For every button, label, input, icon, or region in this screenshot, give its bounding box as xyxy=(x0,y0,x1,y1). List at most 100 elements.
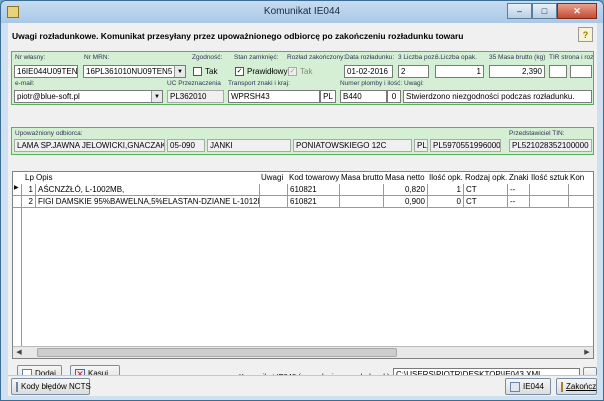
items-grid[interactable]: Lp Opis Uwagi Kod towarowy Masa brutto M… xyxy=(12,171,594,359)
send-icon xyxy=(510,381,520,392)
plomby-count-field[interactable]: 0 xyxy=(387,90,401,103)
uwagi-field[interactable]: Stwierdzono niezgodności podczas rozładu… xyxy=(403,90,592,103)
col-opis[interactable]: Opis xyxy=(36,173,52,182)
header-description: Uwagi rozładunkowe. Komunikat przesyłany… xyxy=(12,31,464,41)
row-indicator xyxy=(13,196,22,208)
scroll-right-icon[interactable]: ▶ xyxy=(581,347,593,358)
tir-rozlad-field[interactable] xyxy=(570,65,592,78)
cell-kon[interactable] xyxy=(569,184,593,196)
cell-znaki[interactable]: -- xyxy=(508,184,530,196)
transport-country-field[interactable]: PL xyxy=(320,90,336,103)
cell-lp[interactable]: 2 xyxy=(22,196,36,208)
rozlad-zakonczony-checkbox[interactable]: ✓ xyxy=(288,67,297,76)
odbiorca-city-field[interactable]: JANKI xyxy=(207,139,291,152)
table-row[interactable]: 2 FIGI DAMSKIE 95%BAWELNA,5%ELASTAN-DZIA… xyxy=(13,196,593,208)
cell-netto[interactable]: 0,820 xyxy=(384,184,428,196)
col-lp[interactable]: Lp xyxy=(25,173,34,182)
form-client: Uwagi rozładunkowe. Komunikat przesyłany… xyxy=(8,23,597,396)
cell-brutto[interactable] xyxy=(340,196,384,208)
col-ilosc-sztuk[interactable]: Ilość sztuk xyxy=(531,173,568,182)
horizontal-scrollbar[interactable]: ◀ ▶ xyxy=(13,346,593,358)
col-kon[interactable]: Kon xyxy=(570,173,584,182)
cell-znaki[interactable]: -- xyxy=(508,196,530,208)
odbiorca-country-field[interactable]: PL xyxy=(414,139,428,152)
bottom-bar: Kody błędów NCTS IE044 Zakończ xyxy=(8,375,597,396)
col-masa-brutto[interactable]: Masa brutto xyxy=(341,173,383,182)
cell-brutto[interactable] xyxy=(340,184,384,196)
chevron-down-icon[interactable]: ▼ xyxy=(174,66,185,77)
cell-opis[interactable]: FIGI DAMSKIE 95%BAWELNA,5%ELASTAN-DZIANE… xyxy=(36,196,260,208)
odbiorca-postal-field[interactable]: 05-090 xyxy=(167,139,205,152)
error-codes-label: Kody błędów NCTS xyxy=(21,382,91,391)
plomby-field[interactable]: B440 xyxy=(340,90,387,103)
odbiorca-label: Upoważniony odbiorca: xyxy=(15,130,83,137)
col-rodzaj-opk[interactable]: Rodzaj opk. xyxy=(465,173,507,182)
email-dropdown[interactable]: piotr@blue-soft.pl ▼ xyxy=(14,90,163,103)
transport-field[interactable]: WPRSH43 xyxy=(228,90,320,103)
email-label: e-mail: xyxy=(15,80,35,87)
liczba-poz-label: 3 Liczba poz. xyxy=(398,54,437,61)
cell-ilosc[interactable]: 1 xyxy=(428,184,464,196)
uc-przeznaczenia-label: UC Przeznaczenia xyxy=(167,80,221,87)
cell-rodzaj[interactable]: CT xyxy=(464,196,508,208)
cell-sztuk[interactable] xyxy=(530,196,569,208)
cell-rodzaj[interactable]: CT xyxy=(464,184,508,196)
nr-wlasny-field[interactable]: 16IE044U09TEN5 xyxy=(14,65,78,78)
zgodnosc-checkbox[interactable] xyxy=(193,67,202,76)
chevron-down-icon[interactable]: ▼ xyxy=(151,91,162,102)
scroll-left-icon[interactable]: ◀ xyxy=(13,347,25,358)
cell-sztuk[interactable] xyxy=(530,184,569,196)
liczba-poz-field[interactable]: 2 xyxy=(398,65,429,78)
uc-przeznaczenia-field[interactable]: PL362010 xyxy=(167,90,224,103)
cell-lp[interactable]: 1 xyxy=(22,184,36,196)
cell-kod[interactable]: 610821 xyxy=(288,184,340,196)
col-uwagi[interactable]: Uwagi xyxy=(261,173,283,182)
tir-label: TIR strona i rozład xyxy=(549,54,593,61)
help-icon[interactable]: ? xyxy=(578,27,593,42)
email-value: piotr@blue-soft.pl xyxy=(17,92,80,101)
table-row[interactable]: ▶ 1 AŚCNZŻŁÓ, L-1002MB, 610821 0,820 1 C… xyxy=(13,184,593,196)
cell-netto[interactable]: 0,900 xyxy=(384,196,428,208)
liczba-opak-field[interactable]: 1 xyxy=(435,65,484,78)
col-znaki[interactable]: Znaki xyxy=(509,173,529,182)
masa-brutto-field[interactable]: 2,390 xyxy=(489,65,545,78)
col-kod-towarowy[interactable]: Kod towarowy xyxy=(289,173,339,182)
exit-icon xyxy=(561,381,563,392)
cell-opis[interactable]: AŚCNZŻŁÓ, L-1002MB, xyxy=(36,184,260,196)
declaration-panel: Nr własny: 16IE044U09TEN5 Nr MRN: 16PL36… xyxy=(11,51,594,105)
scroll-thumb[interactable] xyxy=(37,348,397,357)
cell-uwagi[interactable] xyxy=(260,184,288,196)
minimize-button[interactable]: – xyxy=(507,3,532,19)
odbiorca-panel: Upoważniony odbiorca: LAMA SP.JAWNA JELO… xyxy=(11,127,594,155)
main-window: Komunikat IE044 – □ ✕ Uwagi rozładunkowe… xyxy=(0,0,604,401)
przedstawiciel-tin-field[interactable]: PL521028352100000 xyxy=(509,139,592,152)
stan-zamkniec-label: Stan zamknięć: xyxy=(234,54,279,61)
odbiorca-street-field[interactable]: PONIATOWSKIEGO 12C xyxy=(293,139,412,152)
odbiorca-tin-field[interactable]: PL597055199600000 xyxy=(430,139,501,152)
close-form-label: Zakończ xyxy=(566,382,597,391)
tir-strona-field[interactable] xyxy=(549,65,567,78)
ie044-label: IE044 xyxy=(523,382,544,391)
close-form-button[interactable]: Zakończ xyxy=(556,378,597,395)
odbiorca-name-field[interactable]: LAMA SP.JAWNA JELOWICKI,GNACZAK xyxy=(14,139,165,152)
cell-kod[interactable]: 610821 xyxy=(288,196,340,208)
cell-kon[interactable] xyxy=(569,196,593,208)
cell-ilosc[interactable]: 0 xyxy=(428,196,464,208)
col-masa-netto[interactable]: Masa netto xyxy=(385,173,425,182)
uwagi-label: Uwagi: xyxy=(404,80,424,87)
nr-mrn-dropdown[interactable]: 16PL361010NU09TEN5 ▼ xyxy=(83,65,186,78)
stan-zamkniec-checkbox[interactable]: ✓ xyxy=(235,67,244,76)
stan-zamkniec-option: Prawidłowy xyxy=(247,67,288,76)
ie044-button[interactable]: IE044 xyxy=(505,378,551,395)
row-indicator-column xyxy=(13,208,22,346)
close-button[interactable]: ✕ xyxy=(557,3,597,19)
liczba-opak-label: 6.Liczba opak. xyxy=(435,54,477,61)
cell-uwagi[interactable] xyxy=(260,196,288,208)
list-icon xyxy=(16,381,18,392)
title-bar[interactable]: Komunikat IE044 – □ ✕ xyxy=(1,1,603,23)
maximize-button[interactable]: □ xyxy=(532,3,557,19)
data-rozladunku-field[interactable]: 01-02-2016 xyxy=(344,65,393,78)
error-codes-button[interactable]: Kody błędów NCTS xyxy=(11,378,91,395)
col-ilosc-opk[interactable]: Ilość opk. xyxy=(429,173,463,182)
nr-mrn-value: 16PL361010NU09TEN5 xyxy=(86,67,173,76)
